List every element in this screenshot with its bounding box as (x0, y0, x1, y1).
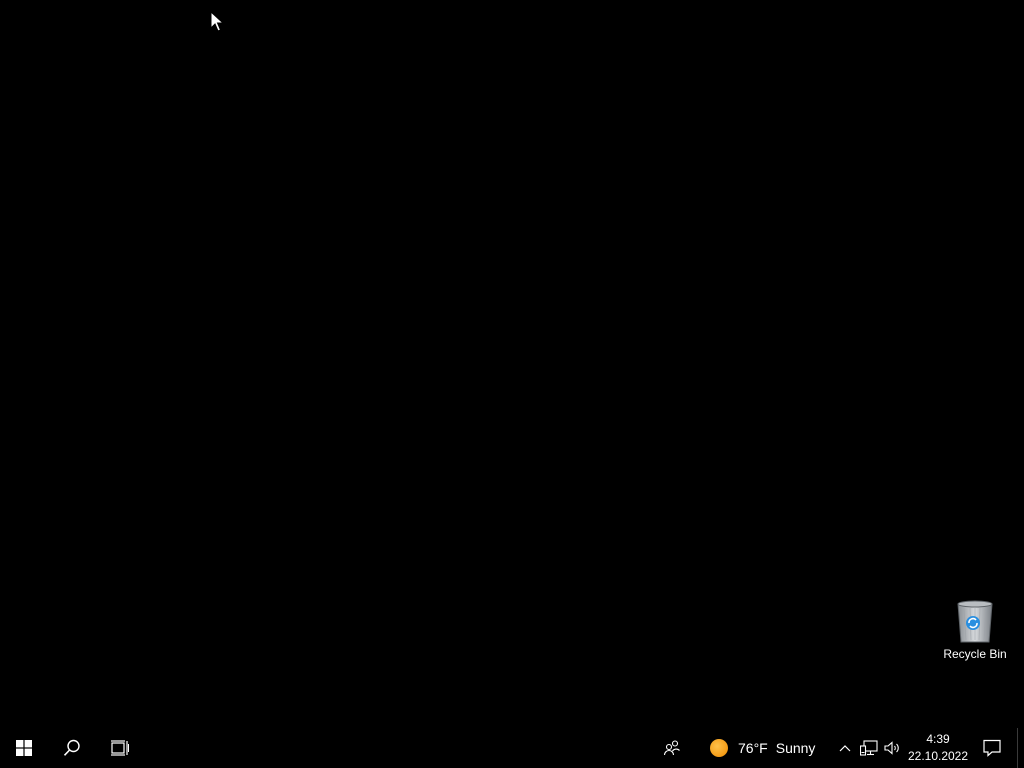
people-icon (663, 740, 680, 756)
chevron-up-icon (839, 745, 851, 752)
network-wired-icon (860, 740, 878, 756)
mouse-cursor-icon (210, 11, 224, 32)
show-desktop-button[interactable] (1017, 728, 1024, 768)
task-view-button[interactable] (96, 728, 144, 768)
clock-button[interactable]: 4:39 22.10.2022 (906, 728, 970, 768)
search-button[interactable] (48, 728, 96, 768)
clock-date: 22.10.2022 (907, 749, 969, 763)
volume-button[interactable] (881, 728, 903, 768)
action-center-button[interactable] (972, 728, 1012, 768)
network-button[interactable] (858, 728, 880, 768)
people-button[interactable] (652, 728, 692, 768)
weather-temperature: 76°F (738, 740, 768, 756)
recycle-bin-icon (957, 600, 993, 643)
task-view-icon (111, 740, 129, 756)
sun-icon (710, 739, 728, 757)
windows-logo-icon (16, 740, 32, 756)
weather-condition: Sunny (775, 740, 816, 756)
recycle-bin-shortcut[interactable]: Recycle Bin (938, 598, 1012, 672)
notification-icon (983, 739, 1001, 757)
show-hidden-icons-button[interactable] (834, 728, 856, 768)
clock-time: 4:39 (926, 732, 950, 746)
desktop[interactable]: Recycle Bin (0, 0, 1024, 728)
taskbar: 76°F Sunny 4:39 22.10.2022 (0, 728, 1024, 768)
recycle-bin-label: Recycle Bin (943, 647, 1007, 661)
search-icon (63, 739, 80, 756)
weather-widget[interactable]: 76°F Sunny (700, 728, 826, 768)
volume-icon (884, 741, 899, 755)
start-button[interactable] (0, 728, 48, 768)
